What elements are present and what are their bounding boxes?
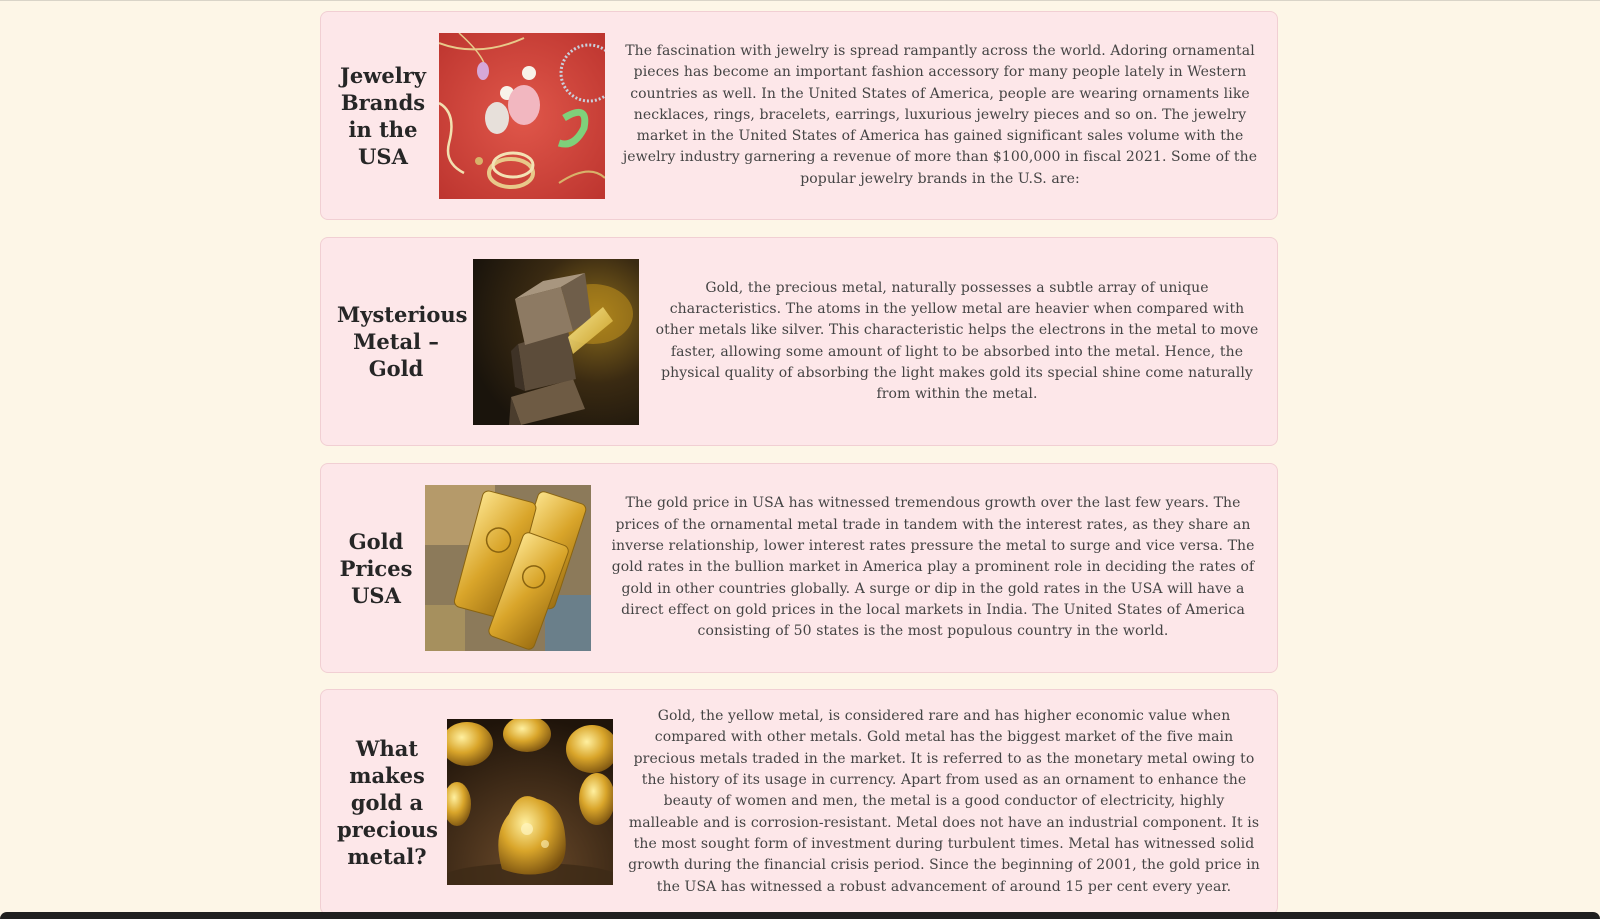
jewelry-image [439, 32, 605, 199]
article-heading: What makes gold a precious metal? [337, 735, 438, 869]
article-card-jewelry-brands: Jewelry Brands in the USA The fascinatio… [320, 11, 1278, 220]
article-body: The fascination with jewelry is spread r… [622, 42, 1258, 187]
article-card-mysterious-metal: Mysterious Metal – Gold Gold, the precio… [320, 237, 1278, 446]
article-heading: Mysterious Metal – Gold [337, 302, 468, 381]
article-heading: Gold Prices USA [339, 528, 413, 608]
gold-nuggets-image [447, 719, 613, 885]
gold-bars-image [425, 485, 591, 651]
article-body: The gold price in USA has witnessed trem… [611, 495, 1255, 640]
metal-cubes-image [473, 258, 639, 425]
article-body: Gold, the yellow metal, is considered ra… [628, 708, 1260, 895]
screen-bottom-edge [0, 912, 1600, 919]
article-card-precious-metal: What makes gold a precious metal? Gold, … [320, 689, 1278, 915]
article-heading: Jewelry Brands in the USA [340, 62, 426, 169]
article-body: Gold, the precious metal, naturally poss… [655, 279, 1259, 403]
top-divider [0, 0, 1600, 1]
article-card-gold-prices: Gold Prices USA The gold price in USA ha… [320, 463, 1278, 673]
